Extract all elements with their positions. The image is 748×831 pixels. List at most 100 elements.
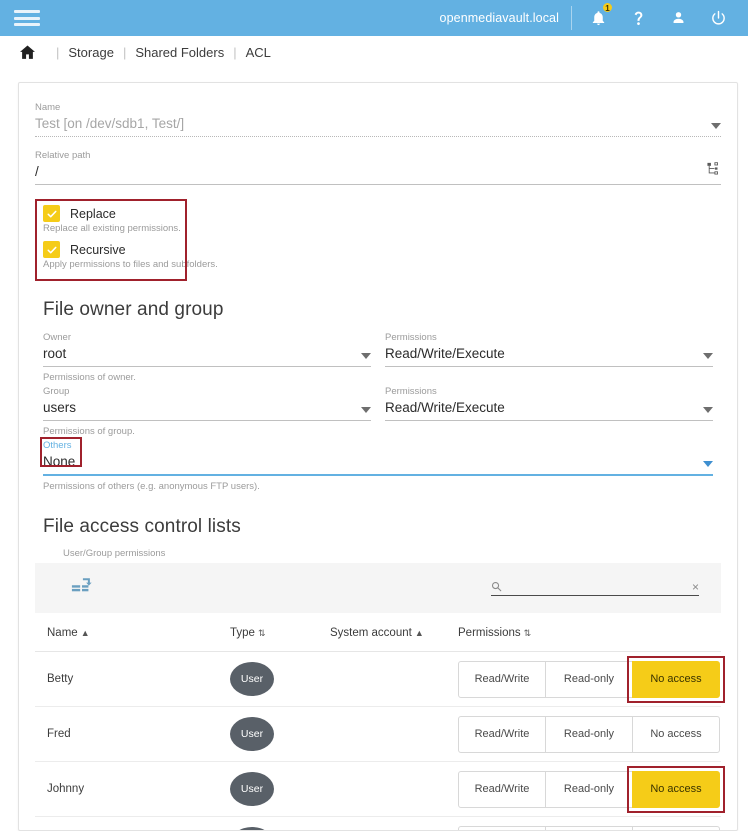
owner-permissions-value: Read/Write/Execute (385, 344, 505, 366)
name-value: Test [on /dev/sdb1, Test/] (35, 114, 184, 136)
folder-tree-icon[interactable] (707, 162, 721, 181)
permission-button-group-wrapper: Read/WriteRead-onlyNo access (458, 771, 720, 808)
table-row: BettyUser Read/WriteRead-onlyNo access (35, 652, 721, 707)
owner-fields-container: Owner root Permissions of owner. Permiss… (35, 331, 721, 494)
permission-option-no-access[interactable]: No access (632, 826, 720, 831)
power-icon (710, 9, 727, 27)
permission-option-read-only[interactable]: Read-only (545, 826, 633, 831)
type-badge: User (230, 717, 274, 751)
search-input[interactable] (508, 581, 686, 593)
check-icon (46, 244, 58, 256)
permission-option-read-only[interactable]: Read-only (545, 771, 633, 808)
help-button[interactable] (618, 0, 658, 36)
column-header-permissions-label: Permissions (458, 627, 521, 639)
relative-path-field[interactable]: Relative path / (35, 149, 721, 185)
column-header-type[interactable]: Type⇅ (230, 613, 330, 652)
column-header-permissions[interactable]: Permissions⇅ (458, 613, 721, 652)
acl-search-box[interactable]: × (491, 581, 699, 596)
chevron-down-icon[interactable] (703, 407, 713, 413)
group-permissions-label: Permissions (385, 385, 713, 398)
application-window: openmediavault.local 1 (0, 0, 748, 831)
breadcrumb-item-shared-folders[interactable]: Shared Folders (135, 45, 224, 60)
owner-permissions-underline (385, 366, 713, 367)
acl-table-head: Name▲ Type⇅ System account▲ Permissions⇅ (35, 613, 721, 652)
owner-underline (43, 366, 371, 367)
owner-permissions-label: Permissions (385, 331, 713, 344)
owner-label: Owner (43, 331, 371, 344)
replace-label: Replace (70, 207, 116, 221)
group-underline (43, 420, 371, 421)
permission-option-read-write[interactable]: Read/Write (458, 661, 546, 698)
row-permissions-cell: Read/WriteRead-onlyNo access (458, 707, 721, 762)
chevron-down-icon[interactable] (711, 123, 721, 129)
recursive-checkbox[interactable] (43, 241, 60, 258)
column-header-system-account[interactable]: System account▲ (330, 613, 458, 652)
breadcrumb-item-storage[interactable]: Storage (68, 45, 114, 60)
others-underline (43, 474, 713, 476)
permission-option-no-access[interactable]: No access (632, 661, 720, 698)
group-label: Group (43, 385, 371, 398)
row-permissions-cell: Read/WriteRead-onlyNo access (458, 762, 721, 817)
owner-field[interactable]: Owner root (43, 331, 371, 367)
notifications-button[interactable]: 1 (578, 0, 618, 36)
acl-form-card: Name Test [on /dev/sdb1, Test/] Relative… (18, 82, 738, 831)
chevron-down-icon[interactable] (361, 407, 371, 413)
acl-toolbar: × (35, 563, 721, 613)
group-permissions-field[interactable]: Permissions Read/Write/Execute (385, 385, 713, 421)
permission-button-group: Read/WriteRead-onlyNo access (458, 826, 720, 831)
replace-hint: Replace all existing permissions. (43, 223, 721, 234)
top-navigation-bar: openmediavault.local 1 (0, 0, 748, 36)
breadcrumb-item-acl[interactable]: ACL (246, 45, 271, 60)
breadcrumb-separator: | (233, 45, 236, 60)
row-name-cell: Mary (35, 817, 230, 831)
row-type-cell: User (230, 817, 330, 831)
name-field[interactable]: Name Test [on /dev/sdb1, Test/] (35, 101, 721, 137)
chevron-down-icon[interactable] (703, 461, 713, 467)
power-button[interactable] (698, 0, 738, 36)
column-header-name[interactable]: Name▲ (35, 613, 230, 652)
others-field[interactable]: Others None (43, 439, 713, 476)
sort-icon[interactable] (71, 577, 93, 599)
column-header-name-label: Name (47, 627, 78, 639)
row-permissions-cell: Read/WriteRead-onlyNo access (458, 817, 721, 831)
permission-option-no-access[interactable]: No access (632, 716, 720, 753)
recursive-checkbox-row[interactable]: Recursive (43, 241, 721, 258)
home-icon[interactable] (18, 43, 37, 62)
hamburger-menu-icon[interactable] (14, 8, 40, 28)
row-name-cell: Betty (35, 652, 230, 707)
permission-option-read-only[interactable]: Read-only (545, 661, 633, 698)
row-system-account-cell (330, 707, 458, 762)
chevron-down-icon[interactable] (703, 353, 713, 359)
type-badge: User (230, 662, 274, 696)
owner-hint: Permissions of owner. (43, 369, 371, 385)
close-icon[interactable]: × (692, 581, 699, 593)
permission-option-read-write[interactable]: Read/Write (458, 826, 546, 831)
topbar-divider (571, 6, 572, 30)
acl-section-title: File access control lists (43, 516, 721, 538)
sort-indicator: ▲ (81, 628, 90, 638)
row-permissions-cell: Read/WriteRead-onlyNo access (458, 652, 721, 707)
sort-indicator: ▲ (415, 628, 424, 638)
row-system-account-cell (330, 817, 458, 831)
permission-button-group-wrapper: Read/WriteRead-onlyNo access (458, 716, 720, 753)
relative-path-underline (35, 184, 721, 185)
permission-option-read-write[interactable]: Read/Write (458, 771, 546, 808)
permission-button-group-wrapper: Read/WriteRead-onlyNo access (458, 826, 720, 831)
replace-checkbox[interactable] (43, 205, 60, 222)
permission-option-read-write[interactable]: Read/Write (458, 716, 546, 753)
replace-checkbox-row[interactable]: Replace (43, 205, 721, 222)
row-type-cell: User (230, 652, 330, 707)
group-field[interactable]: Group users (43, 385, 371, 421)
relative-path-label: Relative path (35, 149, 721, 162)
group-value: users (43, 398, 76, 420)
user-account-button[interactable] (658, 0, 698, 36)
owner-permissions-field[interactable]: Permissions Read/Write/Execute (385, 331, 713, 367)
group-permissions-underline (385, 420, 713, 421)
permission-option-read-only[interactable]: Read-only (545, 716, 633, 753)
others-hint: Permissions of others (e.g. anonymous FT… (43, 478, 713, 494)
group-row: Group users Permissions of group. Permis… (43, 385, 713, 439)
file-owner-section-title: File owner and group (43, 299, 721, 321)
permission-button-group: Read/WriteRead-onlyNo access (458, 771, 720, 808)
chevron-down-icon[interactable] (361, 353, 371, 359)
permission-option-no-access[interactable]: No access (632, 771, 720, 808)
